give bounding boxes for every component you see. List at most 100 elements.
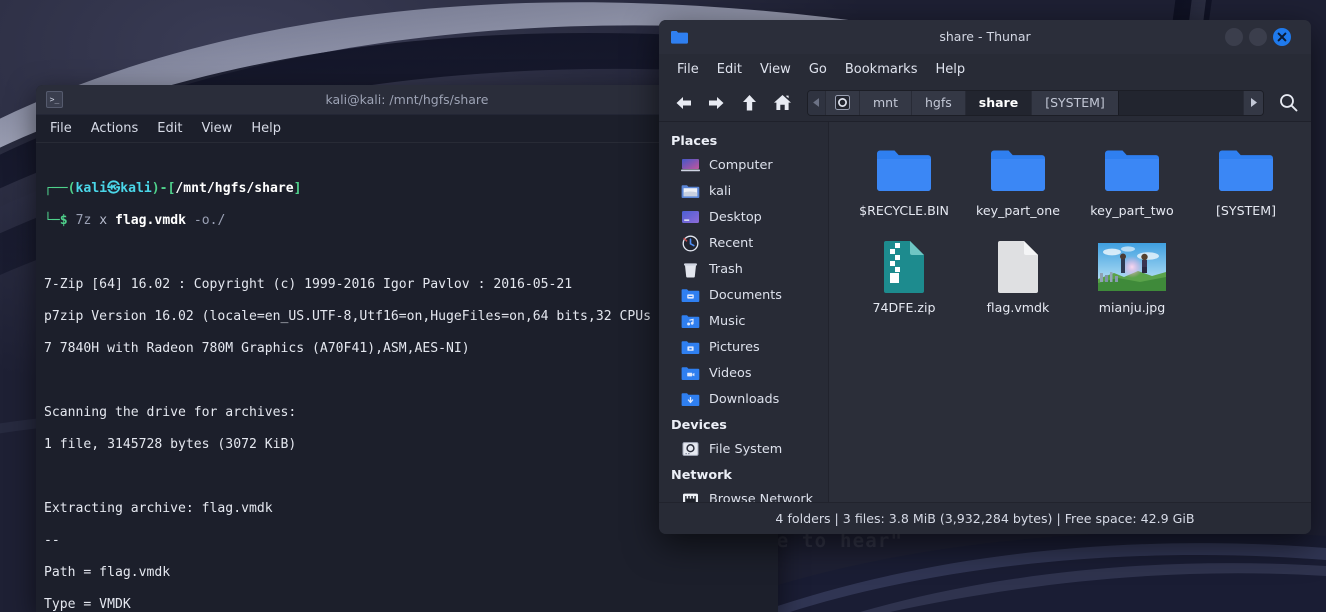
- file-item-74dfe-zip[interactable]: 74DFE.zip: [847, 235, 961, 332]
- terminal-menu-file[interactable]: File: [50, 121, 72, 136]
- prompt-logo-icon: ㉿: [107, 181, 121, 196]
- thunar-menu-go[interactable]: Go: [809, 62, 827, 77]
- prompt-path: /mnt/hgfs/share: [175, 181, 294, 196]
- sidebar-item-downloads[interactable]: Downloads: [659, 386, 828, 412]
- downloads-folder-icon: [681, 391, 700, 408]
- arrow-left-icon[interactable]: [671, 91, 695, 115]
- sidebar-item-label: Music: [709, 313, 746, 329]
- thunar-menu-view[interactable]: View: [760, 62, 791, 77]
- thunar-menu-bookmarks[interactable]: Bookmarks: [845, 62, 918, 77]
- sidebar-item-label: Documents: [709, 287, 782, 303]
- sidebar-item-label: Downloads: [709, 391, 780, 407]
- terminal-menu-edit[interactable]: Edit: [157, 121, 182, 136]
- sidebar-item-desktop[interactable]: Desktop: [659, 204, 828, 230]
- sidebar-item-label: Pictures: [709, 339, 760, 355]
- sidebar-section-devices: Devices: [671, 418, 727, 433]
- device-icon: [835, 95, 850, 110]
- file-item-flag-vmdk[interactable]: flag.vmdk: [961, 235, 1075, 332]
- thunar-title: share - Thunar: [939, 29, 1031, 44]
- folder-icon: [1104, 141, 1160, 199]
- music-folder-icon: [681, 313, 700, 330]
- close-icon: [1277, 32, 1287, 42]
- sidebar-item-computer[interactable]: Computer: [659, 152, 828, 178]
- terminal-menu-help[interactable]: Help: [251, 121, 281, 136]
- thunar-window[interactable]: share - Thunar File Edit View Go Bookmar…: [659, 20, 1311, 534]
- thunar-titlebar[interactable]: share - Thunar: [659, 20, 1311, 54]
- sidebar-item-trash[interactable]: Trash: [659, 256, 828, 282]
- sidebar-item-label: Browse Network: [709, 491, 814, 503]
- home-folder-icon: [681, 183, 700, 200]
- prompt-symbol: $: [59, 213, 68, 228]
- network-icon: [681, 491, 700, 502]
- documents-folder-icon: [681, 287, 700, 304]
- thunar-menu-file[interactable]: File: [677, 62, 699, 77]
- sidebar-item-videos[interactable]: Videos: [659, 360, 828, 386]
- sidebar-item-label: Computer: [709, 157, 773, 173]
- arrow-right-icon[interactable]: [704, 91, 728, 115]
- terminal-menu-view[interactable]: View: [201, 121, 232, 136]
- thunar-main-area: Places Computer kali Desktop Recent Tras…: [659, 122, 1311, 502]
- file-item-system[interactable]: [SYSTEM]: [1189, 138, 1303, 235]
- sidebar-item-label: Desktop: [709, 209, 762, 225]
- file-item-mianju-jpg[interactable]: mianju.jpg: [1075, 235, 1189, 332]
- file-item-recycle-bin[interactable]: $RECYCLE.BIN: [847, 138, 961, 235]
- breadcrumb-root[interactable]: [825, 90, 859, 115]
- close-button[interactable]: [1273, 28, 1291, 46]
- command-arg-x: x: [99, 213, 108, 228]
- breadcrumb[interactable]: mnt hgfs share [SYSTEM]: [807, 89, 1264, 116]
- recent-clock-icon: [681, 235, 700, 252]
- file-item-key-part-two[interactable]: key_part_two: [1075, 138, 1189, 235]
- sidebar-item-label: Videos: [709, 365, 752, 381]
- command-name: 7z: [75, 213, 92, 228]
- breadcrumb-item-system[interactable]: [SYSTEM]: [1031, 90, 1118, 115]
- trash-icon: [681, 261, 700, 278]
- desktop-icon: [681, 209, 700, 226]
- terminal-line: --: [44, 533, 60, 548]
- sidebar-item-documents[interactable]: Documents: [659, 282, 828, 308]
- thunar-menubar[interactable]: File Edit View Go Bookmarks Help: [659, 54, 1311, 84]
- thunar-menu-edit[interactable]: Edit: [717, 62, 742, 77]
- chevron-right-icon[interactable]: [1243, 90, 1263, 115]
- sidebar-item-music[interactable]: Music: [659, 308, 828, 334]
- thunar-menu-help[interactable]: Help: [935, 62, 965, 77]
- arrow-up-icon[interactable]: [737, 91, 761, 115]
- breadcrumb-item-mnt[interactable]: mnt: [859, 90, 911, 115]
- file-item-label: flag.vmdk: [986, 300, 1050, 315]
- file-item-label: $RECYCLE.BIN: [859, 203, 949, 218]
- sidebar-section-places: Places: [671, 134, 718, 149]
- thunar-toolbar[interactable]: mnt hgfs share [SYSTEM]: [659, 84, 1311, 122]
- breadcrumb-item-hgfs[interactable]: hgfs: [911, 90, 965, 115]
- search-icon[interactable]: [1275, 90, 1301, 116]
- sidebar-item-browse-network[interactable]: Browse Network: [659, 486, 828, 502]
- command-arg-file: flag.vmdk: [115, 213, 186, 228]
- breadcrumb-item-share[interactable]: share: [964, 90, 1032, 115]
- chevron-left-icon[interactable]: [808, 90, 825, 115]
- sidebar-item-label: Trash: [709, 261, 743, 277]
- minimize-button[interactable]: [1225, 28, 1243, 46]
- sidebar-item-file-system[interactable]: File System: [659, 436, 828, 462]
- harddisk-icon: [681, 441, 700, 458]
- sidebar-section-network: Network: [671, 468, 732, 483]
- sidebar-item-recent[interactable]: Recent: [659, 230, 828, 256]
- terminal-line: Type = VMDK: [44, 597, 131, 612]
- sidebar-item-pictures[interactable]: Pictures: [659, 334, 828, 360]
- file-item-key-part-one[interactable]: key_part_one: [961, 138, 1075, 235]
- maximize-button[interactable]: [1249, 28, 1267, 46]
- command-arg-out: -o./: [193, 213, 226, 228]
- file-item-label: mianju.jpg: [1098, 300, 1166, 315]
- folder-icon: [990, 141, 1046, 199]
- file-item-label: key_part_two: [1090, 203, 1174, 218]
- sidebar-item-kali[interactable]: kali: [659, 178, 828, 204]
- terminal-menu-actions[interactable]: Actions: [91, 121, 139, 136]
- pictures-folder-icon: [681, 339, 700, 356]
- prompt-user: kali: [75, 181, 108, 196]
- sidebar-item-label: Recent: [709, 235, 754, 251]
- sidebar[interactable]: Places Computer kali Desktop Recent Tras…: [659, 122, 829, 502]
- home-icon[interactable]: [770, 91, 794, 115]
- videos-folder-icon: [681, 365, 700, 382]
- path-entry-field[interactable]: [1117, 90, 1243, 115]
- file-item-label: key_part_one: [976, 203, 1060, 218]
- file-item-label: [SYSTEM]: [1215, 203, 1277, 218]
- file-list-pane[interactable]: $RECYCLE.BIN key_part_one key_part_two […: [829, 122, 1311, 502]
- archive-icon: [882, 238, 926, 296]
